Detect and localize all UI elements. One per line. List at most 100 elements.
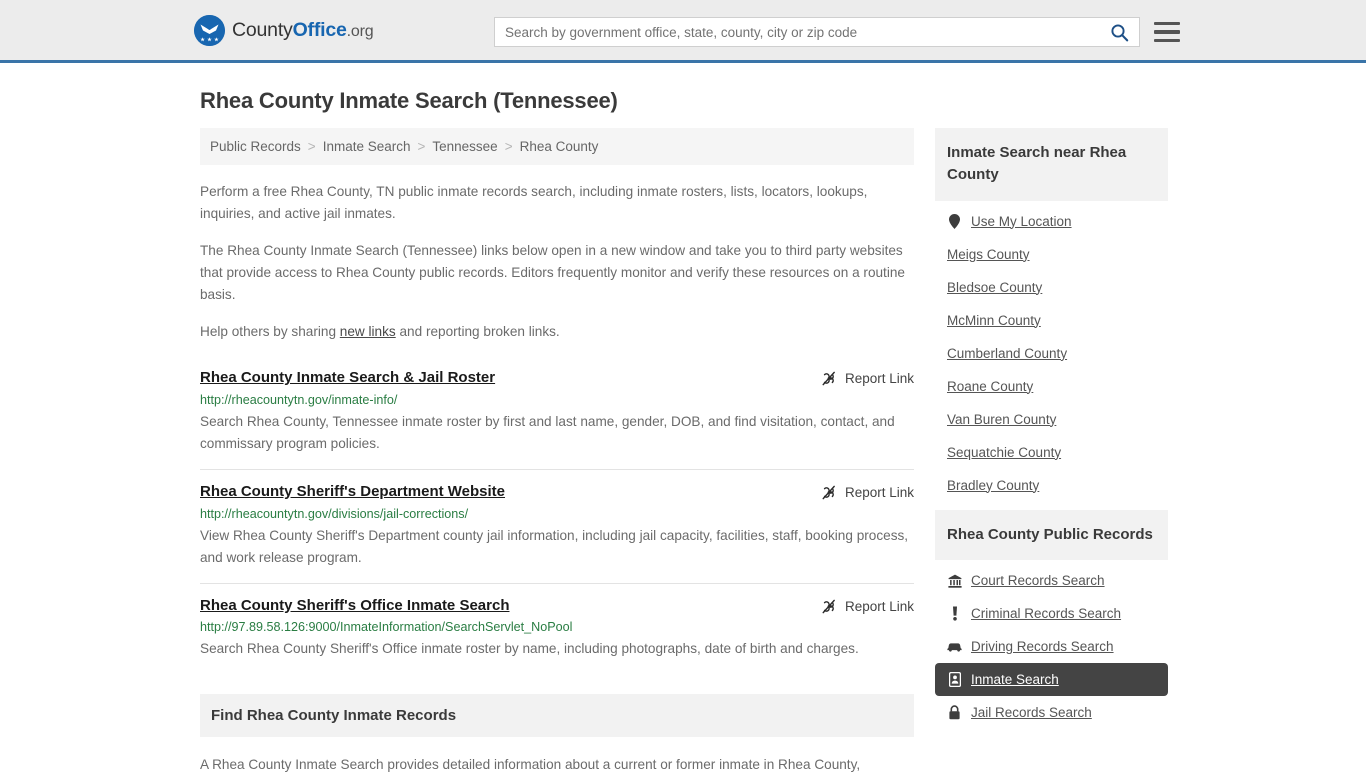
page-container: Rhea County Inmate Search (Tennessee) Pu… [196,88,1170,776]
result-description: Search Rhea County Sheriff's Office inma… [200,641,859,657]
main-content: Public Records > Inmate Search > Tenness… [200,128,914,776]
site-logo[interactable]: CountyOffice.org [194,14,374,46]
sidebar-item-van-buren-county[interactable]: Van Buren County [935,403,1168,436]
breadcrumb-item-tennessee[interactable]: Tennessee [432,139,497,154]
broken-link-icon [822,599,835,613]
sidebar-item-label: Bledsoe County [947,279,1043,295]
report-link-label: Report Link [844,484,914,500]
result-url[interactable]: http://rheacountytn.gov/inmate-info/ [200,393,914,407]
result-header: Rhea County Inmate Search & Jail Roster … [200,369,914,388]
sidebar-item-use-my-location[interactable]: Use My Location [935,205,1168,238]
breadcrumb-separator: > [307,139,316,154]
sidebar-item-label: Driving Records Search [971,639,1114,655]
sidebar-item-bradley-county[interactable]: Bradley County [935,469,1168,502]
result-url[interactable]: http://rheacountytn.gov/divisions/jail-c… [200,507,914,521]
search-button[interactable] [1099,18,1139,46]
result-description: Search Rhea County, Tennessee inmate ros… [200,413,895,451]
report-link-button[interactable]: Report Link [820,484,914,501]
sidebar-item-label: Meigs County [947,246,1030,262]
logo-text-county: County [232,18,293,41]
search-input[interactable] [495,18,1099,46]
find-records-body: A Rhea County Inmate Search provides det… [200,754,914,776]
sidebar-public-records-heading: Rhea County Public Records [947,525,1153,543]
logo-text-office: Office [292,18,347,41]
search-box [494,17,1140,47]
report-link-button[interactable]: Report Link [820,598,914,615]
hamburger-bar [1154,30,1180,34]
sidebar-item-criminal-records-search[interactable]: Criminal Records Search [935,597,1168,630]
sidebar-nearby-card: Inmate Search near Rhea County Use My Lo… [935,128,1168,502]
result-url[interactable]: http://97.89.58.126:9000/InmateInformati… [200,620,914,634]
countyoffice-logo-icon [194,14,225,46]
sidebar: Inmate Search near Rhea County Use My Lo… [935,128,1168,737]
report-link-button[interactable]: Report Link [820,370,914,387]
result-item: Rhea County Sheriff's Office Inmate Sear… [200,582,914,675]
car-icon [947,641,962,652]
sidebar-item-jail-records-search[interactable]: Jail Records Search [935,696,1168,729]
result-list: Rhea County Inmate Search & Jail Roster … [200,365,914,674]
sidebar-public-records-card: Rhea County Public Records Court Records… [935,509,1168,730]
logo-text-tld: .org [346,22,374,40]
sidebar-item-label: Court Records Search [971,573,1105,589]
result-title-link[interactable]: Rhea County Inmate Search & Jail Roster [200,369,495,388]
sidebar-item-label: Jail Records Search [971,705,1092,721]
sidebar-item-driving-records-search[interactable]: Driving Records Search [935,630,1168,663]
sidebar-item-label: Use My Location [971,213,1072,229]
sidebar-nearby-header: Inmate Search near Rhea County [935,128,1168,201]
result-title-link[interactable]: Rhea County Sheriff's Department Website [200,483,505,502]
result-item: Rhea County Sheriff's Department Website… [200,468,914,583]
hamburger-bar [1154,38,1180,43]
hamburger-bar [1154,21,1180,26]
find-records-heading-band: Find Rhea County Inmate Records [200,694,914,738]
sidebar-item-label: Cumberland County [947,345,1068,361]
report-link-label: Report Link [844,371,914,387]
sidebar-item-court-records-search[interactable]: Court Records Search [935,564,1168,597]
map-pin-icon [947,213,962,229]
result-header: Rhea County Sheriff's Department Website… [200,483,914,502]
sidebar-public-records-list: Court Records Search Criminal Records Se… [935,560,1168,729]
lock-icon [947,705,962,720]
sidebar-item-sequatchie-county[interactable]: Sequatchie County [935,436,1168,469]
result-description: View Rhea County Sheriff's Department co… [200,527,909,565]
breadcrumb-item-public-records[interactable]: Public Records [210,139,301,154]
intro-paragraph-3-before: Help others by sharing [200,324,340,340]
breadcrumb-separator: > [417,139,426,154]
sidebar-item-label: Criminal Records Search [971,606,1122,622]
sidebar-nearby-heading: Inmate Search near Rhea County [947,144,1127,183]
sidebar-item-inmate-search[interactable]: Inmate Search [935,663,1168,697]
logo-wordmark: CountyOffice.org [232,18,374,42]
sidebar-item-mcminn-county[interactable]: McMinn County [935,304,1168,337]
hamburger-menu-icon[interactable] [1154,21,1180,43]
find-records-paragraph: A Rhea County Inmate Search provides det… [200,757,861,773]
intro-text: Perform a free Rhea County, TN public in… [200,181,914,343]
site-header: CountyOffice.org [0,0,1366,63]
sidebar-item-label: Van Buren County [947,411,1057,427]
intro-paragraph-2: The Rhea County Inmate Search (Tennessee… [200,243,905,303]
result-title-link[interactable]: Rhea County Sheriff's Office Inmate Sear… [200,597,509,616]
sidebar-item-meigs-county[interactable]: Meigs County [935,238,1168,271]
sidebar-item-label: McMinn County [947,312,1041,328]
sidebar-item-bledsoe-county[interactable]: Bledsoe County [935,271,1168,304]
find-records-heading: Find Rhea County Inmate Records [211,707,457,725]
sidebar-item-label: Inmate Search [971,672,1059,688]
page-title: Rhea County Inmate Search (Tennessee) [200,88,618,113]
broken-link-icon [822,485,835,500]
breadcrumb: Public Records > Inmate Search > Tenness… [200,128,914,165]
search-icon [1110,23,1128,41]
intro-paragraph-1: Perform a free Rhea County, TN public in… [200,184,868,222]
result-item: Rhea County Inmate Search & Jail Roster … [200,365,914,469]
breadcrumb-item-inmate-search[interactable]: Inmate Search [323,139,411,154]
intro-paragraph-3-after: and reporting broken links. [395,324,560,340]
new-links-link[interactable]: new links [340,324,396,339]
sidebar-item-label: Bradley County [947,477,1040,493]
sidebar-nearby-list: Use My Location Meigs County Bledsoe Cou… [935,201,1168,502]
result-header: Rhea County Sheriff's Office Inmate Sear… [200,597,914,616]
sidebar-public-records-header: Rhea County Public Records [935,509,1168,561]
sidebar-item-cumberland-county[interactable]: Cumberland County [935,337,1168,370]
report-link-label: Report Link [844,598,914,614]
sidebar-item-label: Sequatchie County [947,444,1062,460]
broken-link-icon [822,371,835,386]
breadcrumb-item-rhea-county[interactable]: Rhea County [520,139,599,154]
sidebar-item-roane-county[interactable]: Roane County [935,370,1168,403]
header-search-area [494,17,1180,47]
